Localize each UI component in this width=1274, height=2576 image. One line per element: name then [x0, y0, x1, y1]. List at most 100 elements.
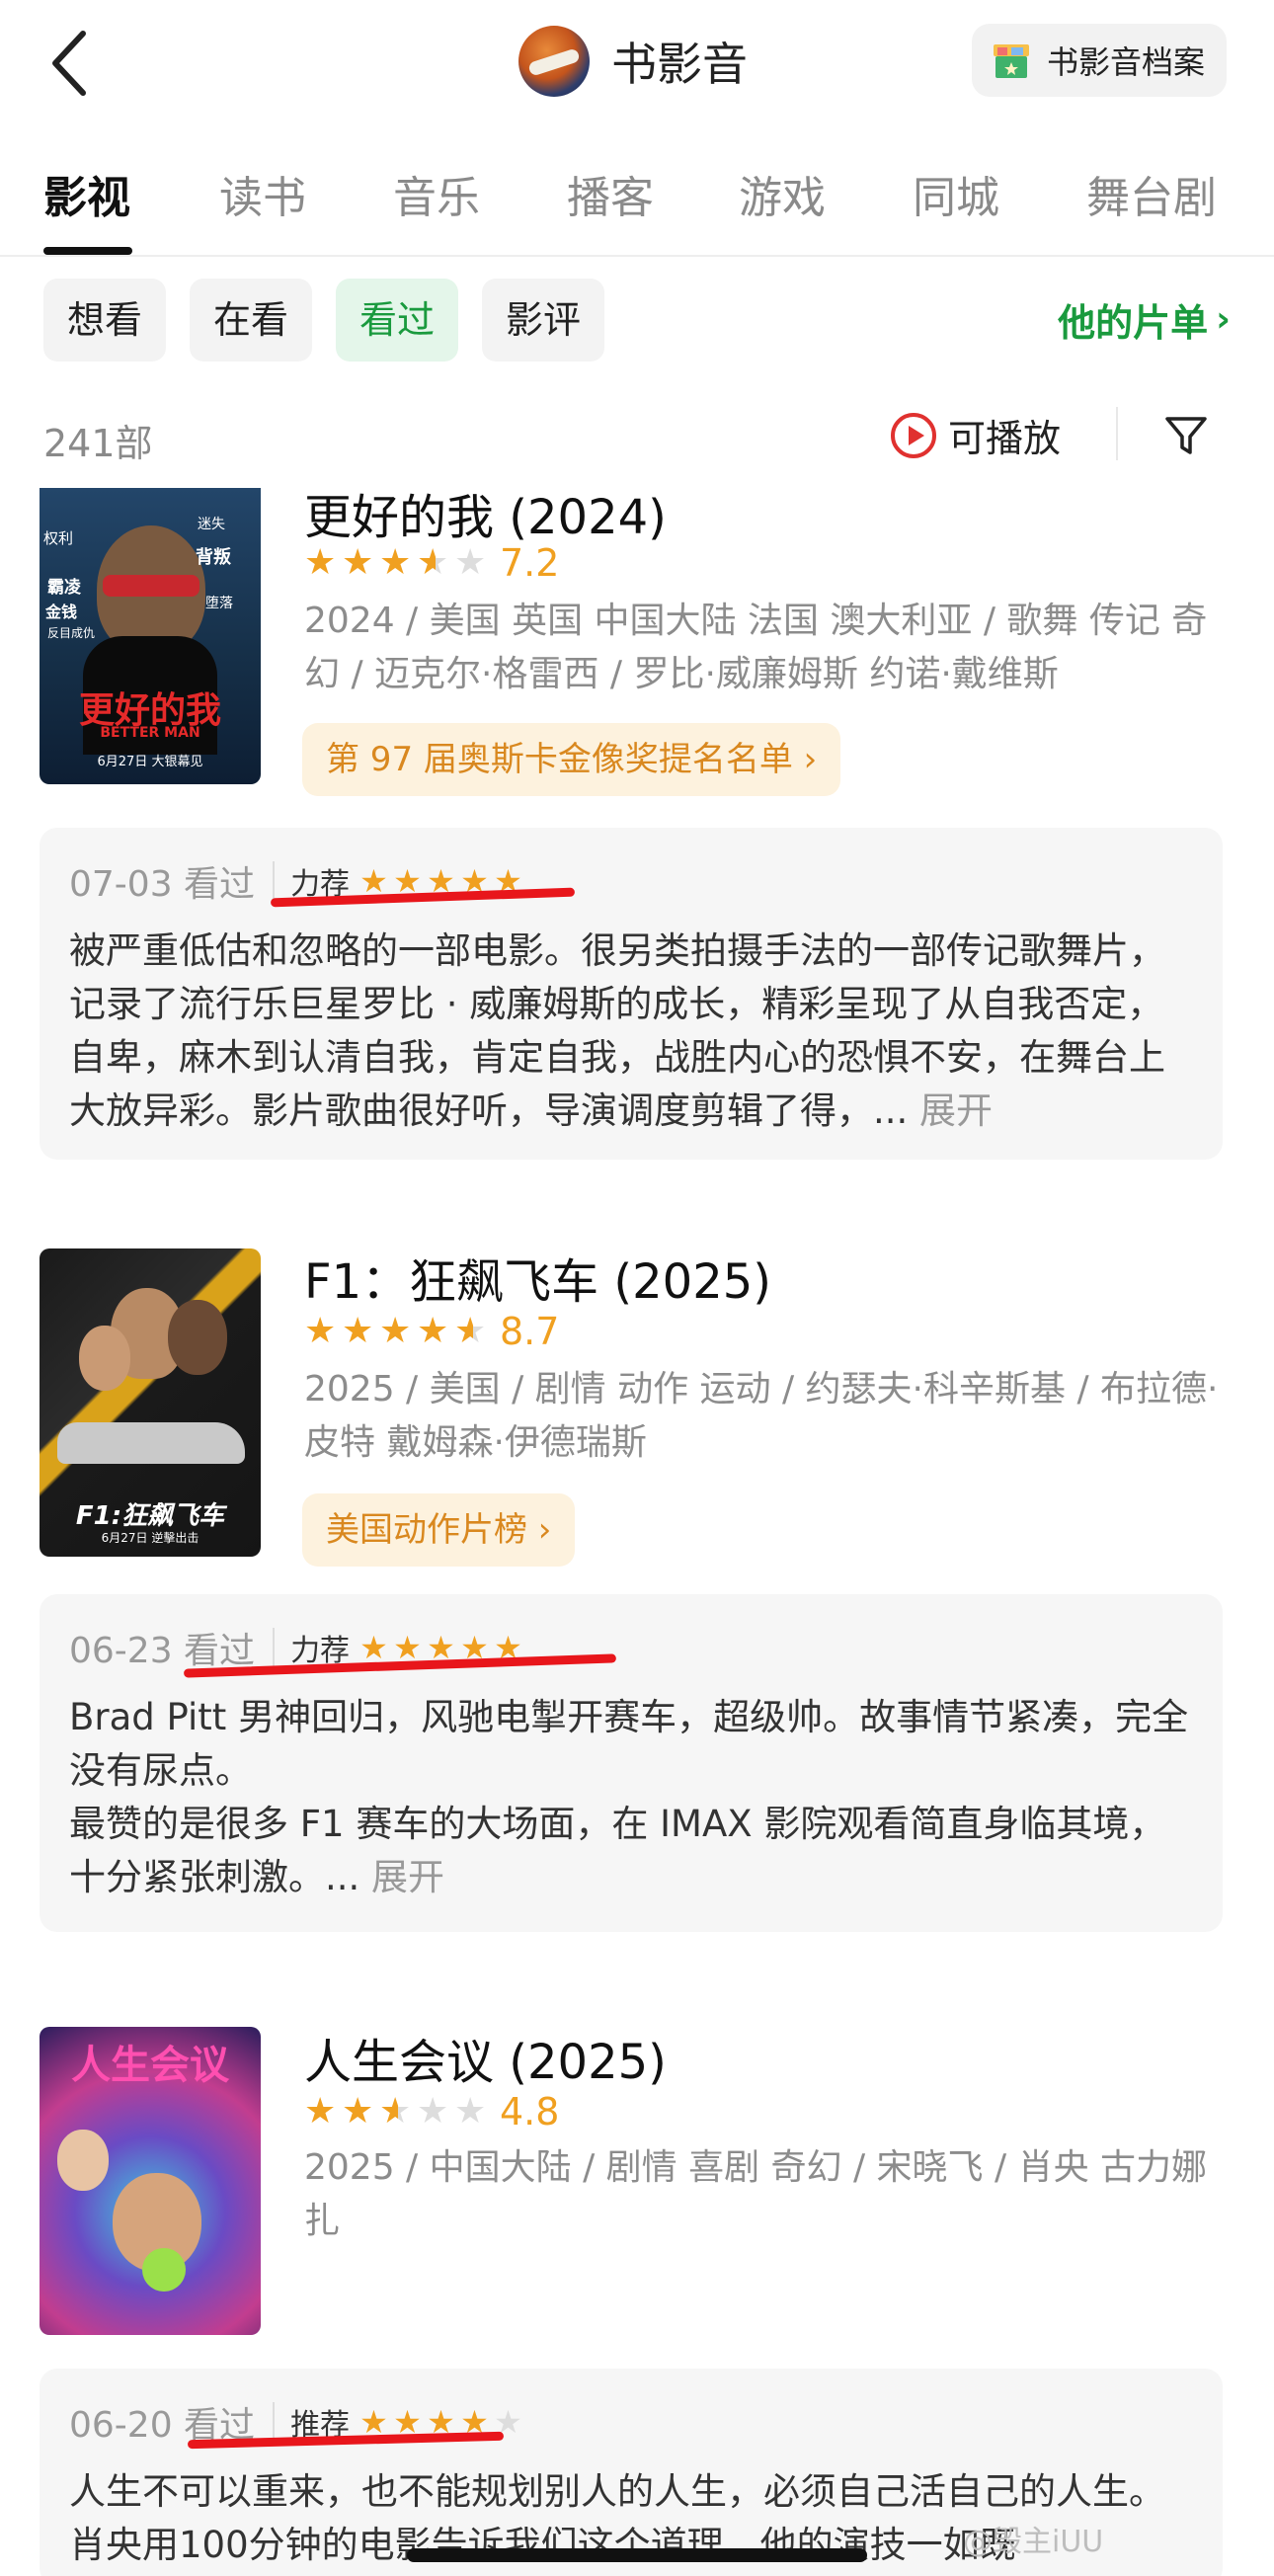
movie-poster[interactable]: 人生会议 — [40, 2027, 261, 2335]
back-arrow-icon[interactable] — [47, 28, 95, 99]
poster-word-1: 权利 — [43, 529, 74, 547]
movie-card[interactable]: F1:狂飙飞车 6月27日 逆擊出击 F1：狂飙飞车 (2025) ★ ★ ★ ★ ★ … — [0, 1237, 1274, 1948]
poster-word-6: 堕落 — [205, 596, 233, 611]
star-full-icon: ★ — [342, 2091, 374, 2132]
poster-release-date: 6月27日 大银幕见 — [97, 755, 203, 769]
home-indicator[interactable] — [407, 2548, 867, 2562]
star-full-icon: ★ — [304, 1311, 337, 1351]
poster-green-robot — [142, 2248, 186, 2292]
app-logo-avatar — [518, 26, 590, 97]
tab-music[interactable]: 音乐 — [393, 162, 480, 225]
rating-score: 8.7 — [500, 1310, 560, 1353]
review-card[interactable]: 07-03 看过 力荐 ★ ★ ★ ★ ★ 被严重低估和忽略的一部电影。很另类拍摄手法的… — [40, 828, 1223, 1160]
poster-word-2: 迷失 — [198, 517, 225, 532]
poster-title: 人生会议 — [71, 2043, 229, 2088]
movie-meta: 2025 / 中国大陆 / 剧情 喜剧 奇幻 / 宋晓飞 / 肖央 古力娜扎 — [304, 2147, 1208, 2241]
review-date: 06-23 看过 — [69, 1631, 256, 1671]
movie-title[interactable]: 更好的我 (2024) — [304, 478, 667, 547]
poster-face-left — [79, 1326, 130, 1391]
poster-word-3: 背叛 — [196, 547, 231, 568]
movie-card[interactable]: 人生会议 人生会议 (2025) ★ ★ ★ ★ ★ 4.8 2025 / 中国大陆 /… — [0, 2015, 1274, 2576]
divider — [273, 1628, 276, 1667]
star-half-icon: ★ — [454, 1312, 492, 1351]
star-rating: ★ ★ ★ ★ ★ — [304, 2092, 492, 2132]
review-card[interactable]: 06-23 看过 力荐 ★ ★ ★ ★ ★ Brad Pitt 男神回归，风驰电掣开赛车… — [40, 1594, 1223, 1932]
chevron-right-icon: › — [1216, 299, 1231, 340]
tab-stage-plays[interactable]: 舞台剧 — [1086, 162, 1217, 225]
tab-movies-tv[interactable]: 影视 — [43, 162, 130, 225]
star-full-icon: ★ — [342, 542, 374, 583]
chart-rank-tag[interactable]: 美国动作片榜 › — [302, 1493, 576, 1567]
playable-label: 可播放 — [948, 417, 1062, 460]
chip-watched[interactable]: 看过 — [336, 279, 459, 362]
poster-subtitle: BETTER MAN — [100, 725, 200, 741]
rating-row: ★ ★ ★ ★ ★ 7.2 — [304, 541, 559, 585]
movie-poster[interactable]: F1:狂飙飞车 6月27日 逆擊出击 — [40, 1248, 261, 1557]
archive-button[interactable]: 书影音档案 — [971, 24, 1227, 97]
poster-face-right — [168, 1300, 227, 1375]
poster-race-car — [57, 1422, 245, 1464]
funnel-filter-icon[interactable] — [1163, 413, 1209, 458]
divider — [273, 2402, 276, 2442]
top-bar: 书影音 书影音档案 — [0, 0, 1274, 128]
award-list-tag[interactable]: 第 97 届奥斯卡金像奖提名名单 › — [302, 723, 841, 796]
active-tab-indicator — [43, 247, 132, 255]
poster-word-4: 霸凌 — [47, 578, 81, 598]
poster-red-glasses — [103, 575, 199, 597]
chip-reviews[interactable]: 影评 — [482, 279, 605, 362]
playable-filter-toggle[interactable]: 可播放 — [891, 408, 1061, 462]
star-full-icon: ★ — [379, 542, 412, 583]
star-full-icon: ★ — [304, 542, 337, 583]
divider — [273, 861, 276, 901]
star-full-icon: ★ — [342, 1311, 374, 1351]
my-list-label: 他的片单 — [1058, 301, 1209, 345]
star-full-icon: ★ — [304, 2091, 337, 2132]
movie-title[interactable]: 人生会议 (2025) — [304, 2023, 667, 2092]
star-full-icon: ★ — [417, 1311, 449, 1351]
star-rating: ★ ★ ★ ★ ★ — [304, 543, 492, 583]
tab-books[interactable]: 读书 — [219, 162, 306, 225]
movie-card[interactable]: 权利 迷失 背叛 霸凌 金钱 堕落 反目成仇 更好的我 BETTER MAN 6… — [0, 488, 1274, 1179]
page-title-group: 书影音 — [518, 22, 748, 101]
review-text-content: 被严重低估和忽略的一部电影。很另类拍摄手法的一部传记歌舞片，记录了流行乐巨星罗比… — [69, 929, 1165, 1132]
movie-poster[interactable]: 权利 迷失 背叛 霸凌 金钱 堕落 反目成仇 更好的我 BETTER MAN 6… — [40, 488, 261, 784]
star-full-icon: ★ — [379, 1311, 412, 1351]
star-rating: ★ ★ ★ ★ ★ — [304, 1312, 492, 1351]
category-tabs: 影视 读书 音乐 播客 游戏 同城 舞台剧 — [0, 148, 1274, 257]
rating-row: ★ ★ ★ ★ ★ 8.7 — [304, 1310, 559, 1353]
my-list-link[interactable]: 他的片单 › — [1058, 292, 1231, 347]
poster-title: F1:狂飙飞车 — [75, 1501, 225, 1531]
tab-local-events[interactable]: 同城 — [913, 162, 999, 225]
poster-word-5: 金钱 — [45, 603, 78, 621]
status-filter-chips: 想看 在看 看过 影评 — [43, 279, 628, 362]
movie-title[interactable]: F1：狂飙飞车 (2025) — [304, 1243, 771, 1312]
review-date: 07-03 看过 — [69, 864, 256, 905]
poster-word-7: 反目成仇 — [47, 626, 96, 640]
archive-box-icon — [993, 44, 1029, 78]
expand-link[interactable]: 展开 — [919, 1089, 993, 1132]
tab-games[interactable]: 游戏 — [739, 162, 826, 225]
review-text: Brad Pitt 男神回归，风驰电掣开赛车，超级帅。故事情节紧凑，完全没有尿点… — [69, 1691, 1195, 1904]
rating-score: 7.2 — [500, 541, 560, 585]
chip-want-to-watch[interactable]: 想看 — [43, 279, 167, 362]
play-circle-icon — [891, 412, 936, 458]
review-text-content: Brad Pitt 男神回归，风驰电掣开赛车，超级帅。故事情节紧凑，完全没有尿点… — [69, 1696, 1189, 1898]
star-empty-icon: ★ — [454, 2091, 487, 2132]
watermark: @毁主iUU — [963, 2525, 1104, 2559]
star-empty-icon: ★ — [454, 542, 487, 583]
poster-face-left — [57, 2130, 109, 2191]
tab-podcasts[interactable]: 播客 — [567, 162, 654, 225]
star-half-icon: ★ — [379, 2092, 417, 2132]
movie-meta: 2024 / 美国 英国 中国大陆 法国 澳大利亚 / 歌舞 传记 奇幻 / 迈… — [304, 601, 1208, 694]
divider — [1116, 407, 1118, 460]
chip-watching[interactable]: 在看 — [190, 279, 313, 362]
archive-button-label: 书影音档案 — [1046, 43, 1205, 81]
star-half-icon: ★ — [417, 543, 454, 583]
page-title: 书影音 — [611, 38, 748, 91]
expand-link[interactable]: 展开 — [371, 1856, 444, 1898]
star-full-icon: ★ — [359, 1629, 388, 1666]
rating-score: 4.8 — [500, 2090, 560, 2133]
item-count: 241部 — [43, 422, 153, 465]
review-text: 被严重低估和忽略的一部电影。很另类拍摄手法的一部传记歌舞片，记录了流行乐巨星罗比… — [69, 925, 1195, 1138]
poster-release-date: 6月27日 逆擊出击 — [101, 1531, 199, 1545]
